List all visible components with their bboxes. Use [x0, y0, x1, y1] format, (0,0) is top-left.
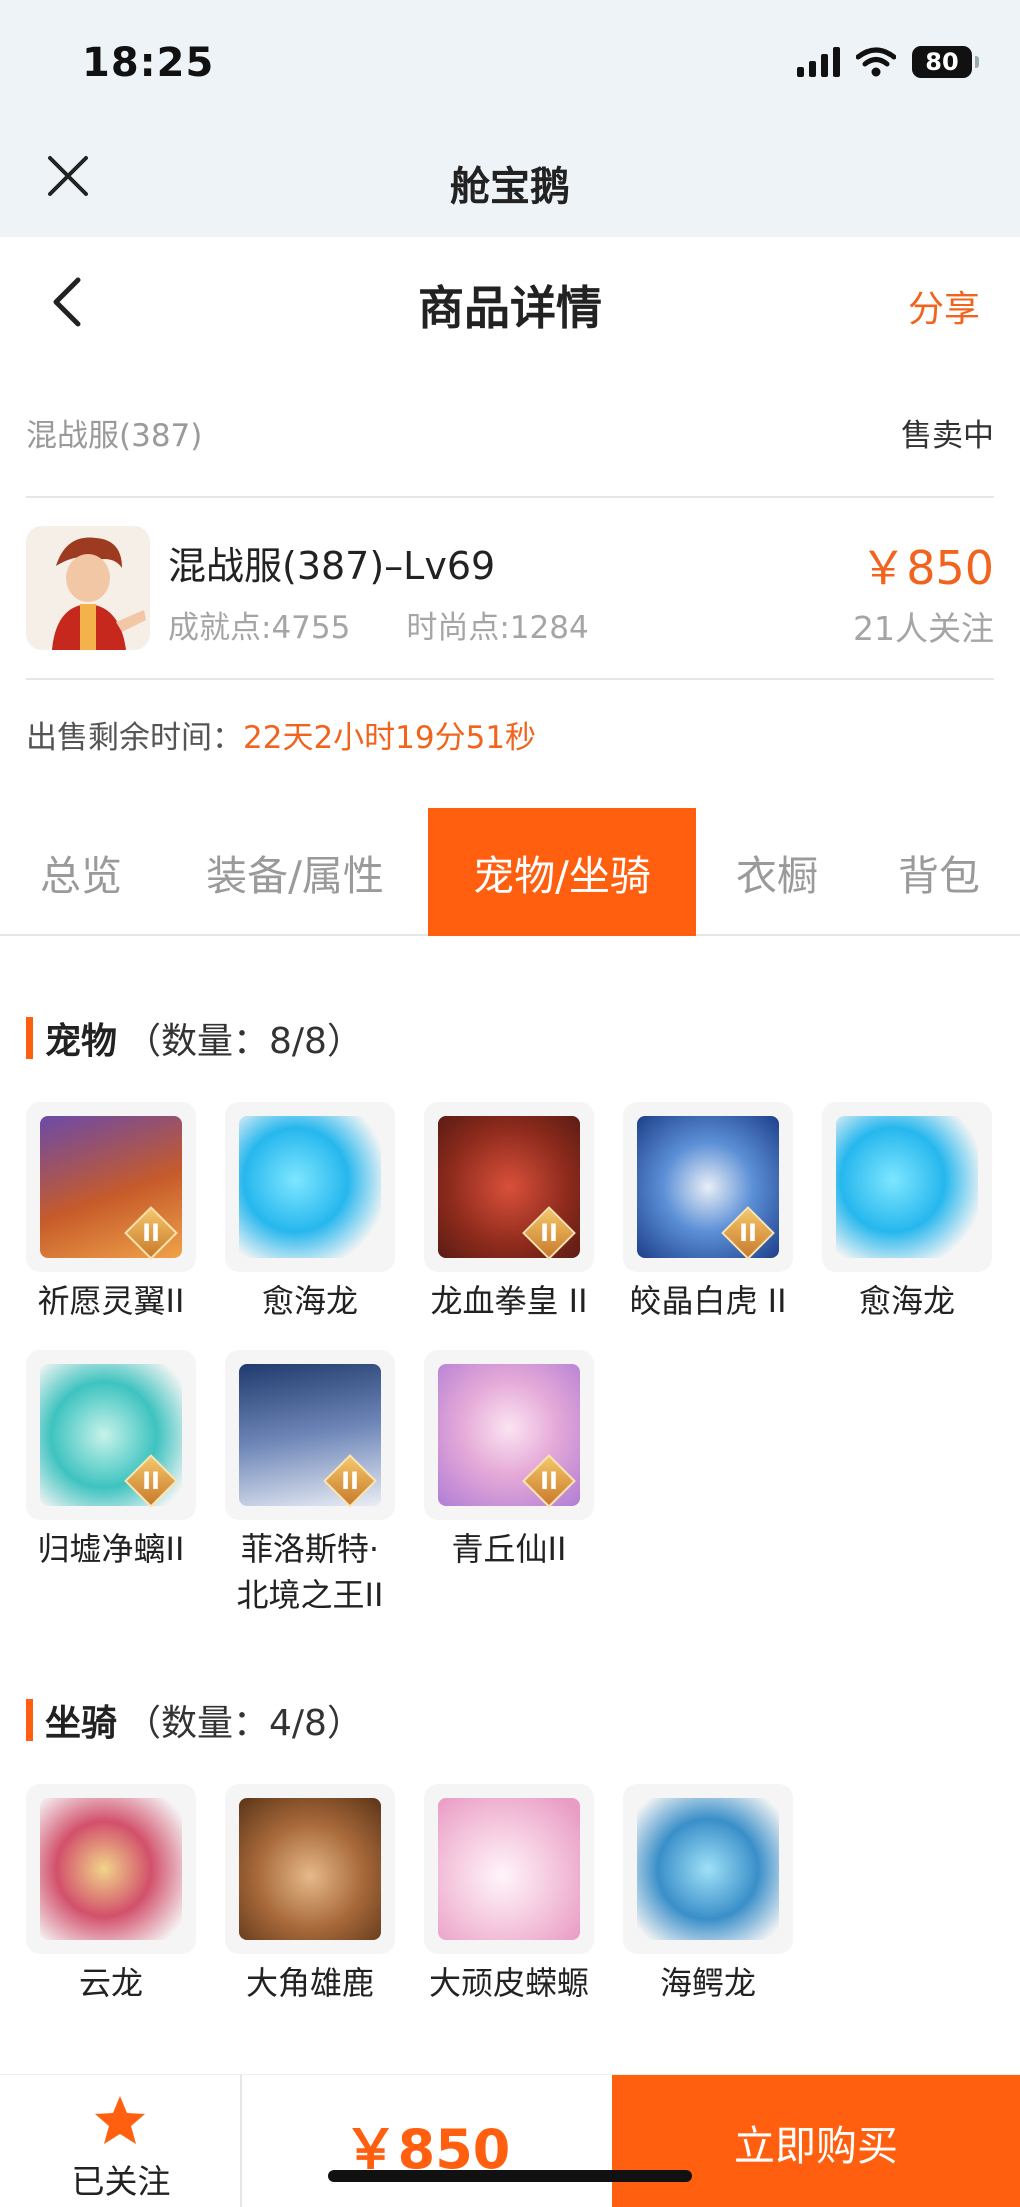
pet-thumbnail: II — [424, 1102, 594, 1272]
pet-thumbnail: II — [225, 1350, 395, 1520]
pet-name: 菲洛斯特·北境之王II — [236, 1530, 384, 1614]
listing-title: 混战服(387)–Lv69 — [168, 544, 496, 588]
mount-thumbnail — [623, 1784, 793, 1954]
pet-item[interactable]: II 皎晶白虎 II — [623, 1102, 793, 1324]
share-button[interactable]: 分享 — [908, 280, 980, 332]
follow-button[interactable]: 已关注 — [0, 2075, 242, 2207]
pet-name: 归墟净螭II — [37, 1530, 185, 1568]
pet-name: 龙血拳皇 II — [430, 1282, 588, 1320]
buy-now-button[interactable]: 立即购买 — [612, 2075, 1020, 2207]
tier-badge: II — [142, 1219, 160, 1247]
mount-thumbnail — [26, 1784, 196, 1954]
pet-name: 青丘仙II — [451, 1530, 567, 1568]
listing-price: ￥850 — [860, 541, 994, 595]
follow-label: 已关注 — [71, 2162, 171, 2201]
server-name: 混战服(387) — [26, 418, 203, 454]
status-indicators: 80 — [797, 46, 979, 78]
mounts-section-title: 坐骑 — [45, 1703, 118, 1744]
pet-item[interactable]: II 归墟净螭II — [26, 1350, 196, 1572]
bottom-action-bar: 已关注 ￥850 立即购买 — [0, 2074, 1020, 2207]
home-indicator — [328, 2170, 692, 2182]
status-time: 18:25 — [82, 40, 215, 86]
pets-section-title: 宠物 — [45, 1021, 118, 1062]
tab-wardrobe[interactable]: 衣橱 — [696, 808, 858, 936]
tier-badge: II — [739, 1219, 757, 1247]
battery-icon: 80 — [912, 46, 979, 78]
section-accent-bar — [26, 1017, 33, 1059]
divider — [26, 496, 994, 498]
pet-name: 愈海龙 — [261, 1282, 358, 1320]
tier-badge: II — [341, 1467, 359, 1495]
pet-thumbnail: II — [424, 1350, 594, 1520]
pet-item[interactable]: 愈海龙 — [225, 1102, 395, 1324]
fashion-points: 时尚点:1284 — [406, 610, 589, 646]
mount-name: 大角雄鹿 — [245, 1964, 374, 2002]
pet-item[interactable]: II 青丘仙II — [424, 1350, 594, 1572]
star-icon — [95, 2096, 145, 2144]
pet-name: 皎晶白虎 II — [629, 1282, 787, 1320]
tier-badge: II — [540, 1219, 558, 1247]
character-avatar — [26, 526, 150, 650]
mount-thumbnail — [424, 1784, 594, 1954]
listing-points: 成就点:4755 时尚点:1284 — [168, 602, 589, 647]
mount-name: 大顽皮蝾螈 — [428, 1964, 589, 2002]
achievement-points: 成就点:4755 — [168, 610, 351, 646]
mount-item[interactable]: 云龙 — [26, 1784, 196, 2006]
mount-name: 海鳄龙 — [659, 1964, 756, 2002]
section-accent-bar — [26, 1699, 33, 1741]
remaining-time-row: 出售剩余时间：22天2小时19分51秒 — [26, 712, 536, 757]
remaining-time-label: 出售剩余时间： — [26, 720, 243, 756]
pet-thumbnail: II — [26, 1350, 196, 1520]
wifi-icon — [856, 47, 896, 77]
page-title: 商品详情 — [418, 281, 602, 335]
mount-item[interactable]: 大角雄鹿 — [225, 1784, 395, 2006]
pet-thumbnail — [225, 1102, 395, 1272]
follow-count: 21人关注 — [853, 609, 994, 648]
cellular-signal-icon — [797, 47, 840, 77]
app-top-bar: 18:25 80 舱宝鹅 — [0, 0, 1020, 237]
sale-status: 售卖中 — [901, 418, 994, 454]
tab-equipment[interactable]: 装备/属性 — [162, 808, 428, 936]
mounts-section-header: 坐骑 （数量：4/8） — [26, 1694, 363, 1746]
remaining-time-value: 22天2小时19分51秒 — [243, 720, 537, 756]
tab-pets-mounts[interactable]: 宠物/坐骑 — [428, 808, 696, 936]
divider — [26, 678, 994, 680]
mount-item[interactable]: 海鳄龙 — [623, 1784, 793, 2006]
pet-thumbnail: II — [26, 1102, 196, 1272]
mount-name: 云龙 — [78, 1964, 143, 2002]
tab-bar: 总览 装备/属性 宠物/坐骑 衣橱 背包 — [0, 808, 1020, 936]
pets-count: （数量：8/8） — [125, 1021, 363, 1062]
tab-overview[interactable]: 总览 — [0, 808, 162, 936]
tier-badge: II — [540, 1467, 558, 1495]
pet-name: 祈愿灵翼II — [37, 1282, 185, 1320]
mounts-count: （数量：4/8） — [125, 1703, 363, 1744]
pet-item[interactable]: 愈海龙 — [822, 1102, 992, 1324]
tab-backpack[interactable]: 背包 — [858, 808, 1020, 936]
pet-item[interactable]: II 菲洛斯特·北境之王II — [225, 1350, 395, 1618]
pets-section-header: 宠物 （数量：8/8） — [26, 1012, 363, 1064]
server-row: 混战服(387) 售卖中 — [26, 410, 994, 455]
pet-name: 愈海龙 — [858, 1282, 955, 1320]
pet-thumbnail: II — [623, 1102, 793, 1272]
pet-thumbnail — [822, 1102, 992, 1272]
app-title: 舱宝鹅 — [450, 164, 570, 210]
mount-item[interactable]: 大顽皮蝾螈 — [424, 1784, 594, 2006]
tier-badge: II — [142, 1467, 160, 1495]
pet-item[interactable]: II 龙血拳皇 II — [424, 1102, 594, 1324]
pet-item[interactable]: II 祈愿灵翼II — [26, 1102, 196, 1324]
mount-thumbnail — [225, 1784, 395, 1954]
